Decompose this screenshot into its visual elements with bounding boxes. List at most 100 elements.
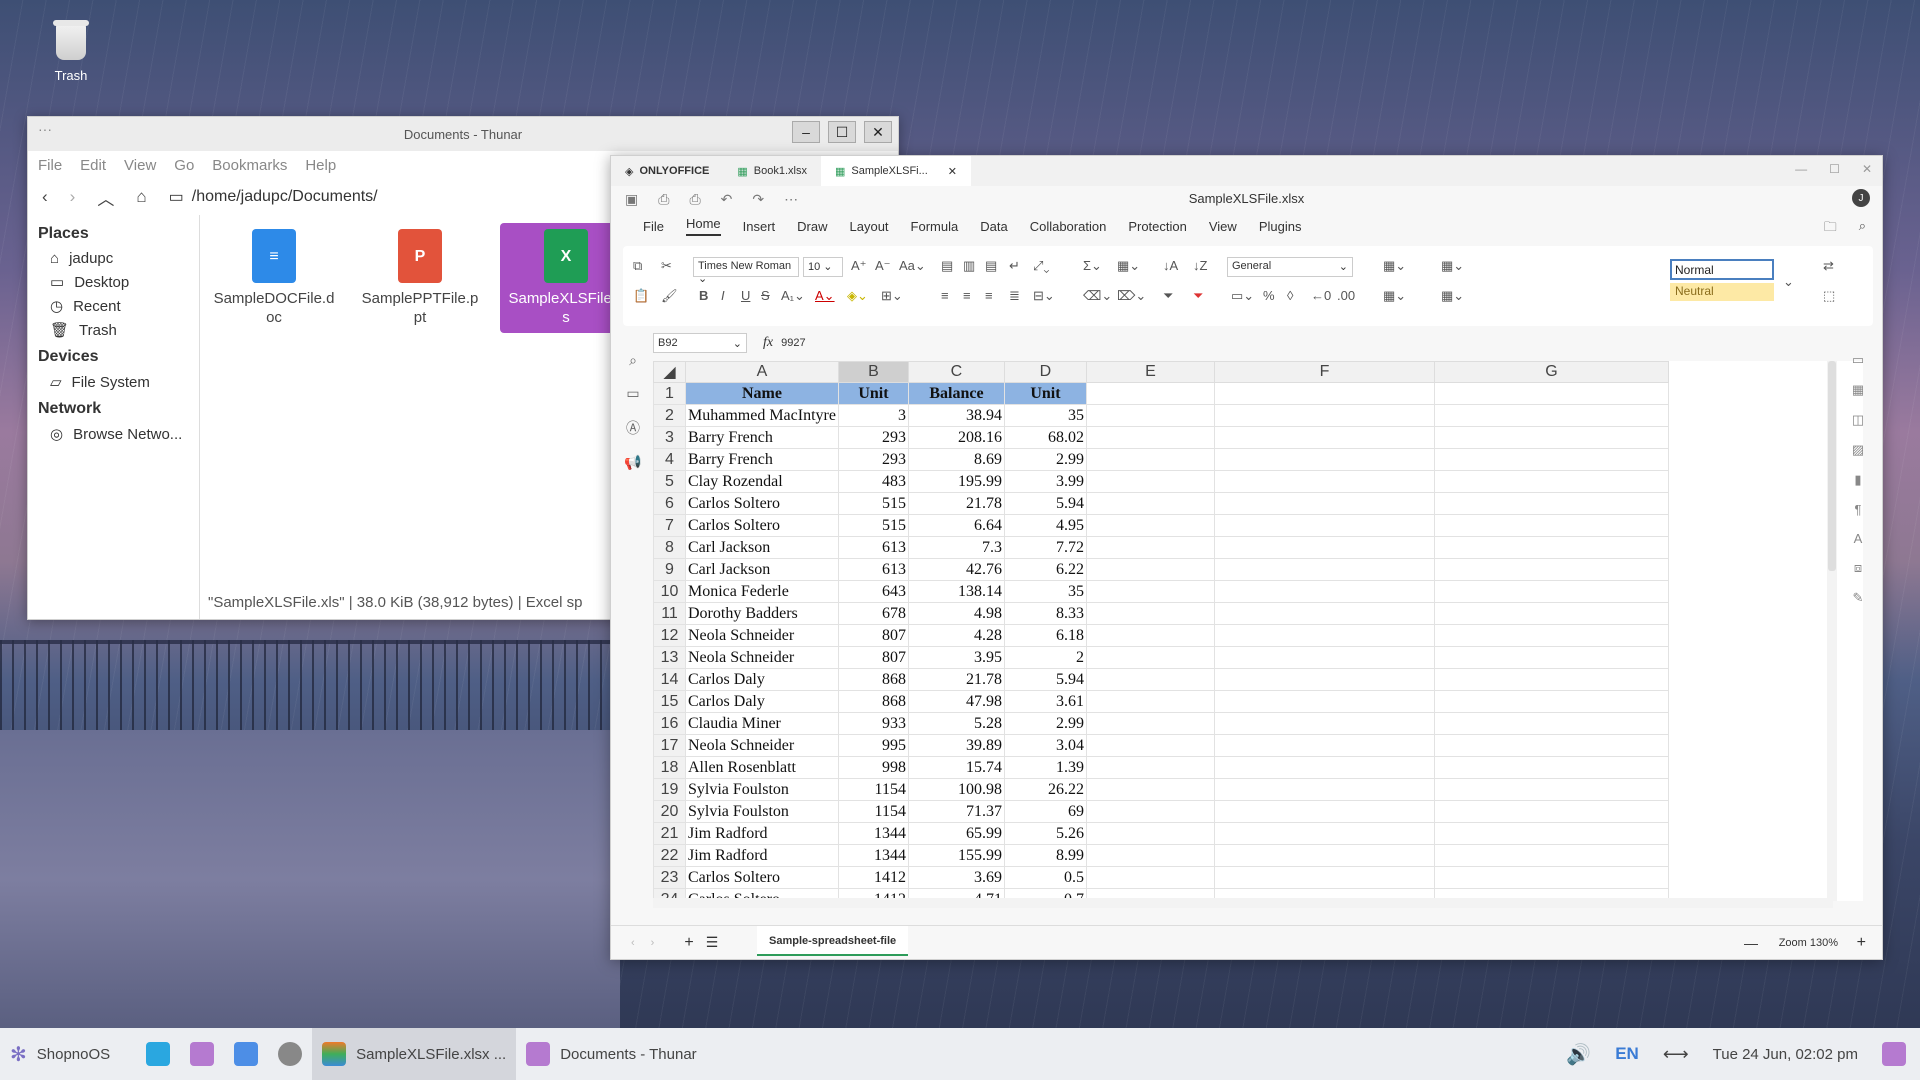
cell[interactable]: 3.61 xyxy=(1003,690,1087,713)
paragraph-settings-icon[interactable]: ¶ xyxy=(1855,502,1862,517)
cell[interactable]: 515 xyxy=(837,514,909,537)
cell[interactable]: Clay Rozendal xyxy=(685,470,839,493)
cell[interactable]: Barry French xyxy=(685,426,839,449)
cell[interactable] xyxy=(1213,822,1435,845)
cell[interactable]: 4.95 xyxy=(1003,514,1087,537)
column-header-g[interactable]: G xyxy=(1433,361,1669,383)
cell[interactable] xyxy=(1085,778,1215,801)
tab-collaboration[interactable]: Collaboration xyxy=(1030,219,1107,234)
cell[interactable]: 1154 xyxy=(837,778,909,801)
subscript-icon[interactable]: A₁⌄ xyxy=(781,288,805,304)
eraser-icon[interactable]: ⌦⌄ xyxy=(1117,288,1146,304)
row-header[interactable]: 16 xyxy=(653,712,686,735)
avatar[interactable]: J xyxy=(1852,189,1870,207)
cell[interactable] xyxy=(1085,536,1215,559)
minimize-button[interactable]: — xyxy=(1795,162,1807,176)
filter-icon[interactable]: ⏷ xyxy=(1163,288,1173,304)
cell[interactable] xyxy=(1085,712,1215,735)
bold-icon[interactable]: B xyxy=(699,288,708,303)
window-menu-icon[interactable]: ··· xyxy=(38,121,52,137)
cell[interactable] xyxy=(1085,558,1215,581)
launcher-browser[interactable] xyxy=(224,1028,268,1080)
fx-icon[interactable]: fx xyxy=(763,335,773,351)
cell[interactable] xyxy=(1085,822,1215,845)
formula-input[interactable]: 9927 xyxy=(781,337,805,349)
cell-table[interactable]: ◢ A B C D E F G 1 Name Unit Balance Unit xyxy=(653,361,1669,901)
row-header[interactable]: 20 xyxy=(653,800,686,823)
row-header[interactable]: 3 xyxy=(653,426,686,449)
cell[interactable] xyxy=(1213,492,1435,515)
tab-insert[interactable]: Insert xyxy=(743,219,776,234)
insert-cells-icon[interactable]: ▦⌄ xyxy=(1441,258,1464,274)
cell[interactable] xyxy=(1433,448,1669,471)
horizontal-scrollbar[interactable] xyxy=(653,898,1833,908)
cell[interactable] xyxy=(1433,382,1669,405)
cell[interactable]: Monica Federle xyxy=(685,580,839,603)
row-header[interactable]: 5 xyxy=(653,470,686,493)
italic-icon[interactable]: I xyxy=(721,288,725,303)
shape-settings-icon[interactable]: ◫ xyxy=(1852,412,1864,428)
volume-icon[interactable]: 🔊 xyxy=(1566,1042,1591,1067)
row-header[interactable]: 12 xyxy=(653,624,686,647)
align-left-icon[interactable]: ≡ xyxy=(941,288,949,303)
align-center-icon[interactable]: ≡ xyxy=(963,288,971,303)
cell[interactable]: Muhammed MacIntyre xyxy=(685,404,839,427)
cell[interactable] xyxy=(1085,470,1215,493)
cell[interactable]: 155.99 xyxy=(907,844,1005,867)
cell[interactable]: 5.94 xyxy=(1003,668,1087,691)
remove-filter-icon[interactable]: ⏷ xyxy=(1193,288,1203,304)
task-thunar[interactable]: Documents - Thunar xyxy=(516,1028,706,1080)
cell[interactable] xyxy=(1213,558,1435,581)
spellcheck-icon[interactable]: Ⓐ xyxy=(626,418,640,438)
cell[interactable] xyxy=(1213,602,1435,625)
cell[interactable] xyxy=(1213,514,1435,537)
cell[interactable] xyxy=(1213,536,1435,559)
cell[interactable]: 643 xyxy=(837,580,909,603)
cell[interactable]: Carl Jackson xyxy=(685,558,839,581)
cell[interactable]: 293 xyxy=(837,426,909,449)
cell[interactable] xyxy=(1433,470,1669,493)
justify-icon[interactable]: ≣ xyxy=(1009,288,1020,304)
cell[interactable] xyxy=(1433,536,1669,559)
cell[interactable] xyxy=(1085,624,1215,647)
styles-expand-icon[interactable]: ⌄ xyxy=(1783,274,1794,290)
cell[interactable] xyxy=(1213,580,1435,603)
cell[interactable] xyxy=(1085,756,1215,779)
wrap-text-icon[interactable]: ↵ xyxy=(1009,258,1020,274)
column-header-f[interactable]: F xyxy=(1213,361,1435,383)
align-bottom-icon[interactable]: ▤ xyxy=(985,258,997,274)
next-sheet-icon[interactable]: › xyxy=(651,937,655,949)
cell[interactable] xyxy=(1433,602,1669,625)
cell[interactable]: 1.39 xyxy=(1003,756,1087,779)
cell[interactable] xyxy=(1213,800,1435,823)
cell[interactable]: 0.5 xyxy=(1003,866,1087,889)
format-painter-icon[interactable]: 🖌 xyxy=(661,288,678,304)
cell[interactable] xyxy=(1213,624,1435,647)
cell-style-neutral[interactable]: Neutral xyxy=(1670,283,1774,301)
cell[interactable]: 515 xyxy=(837,492,909,515)
cell[interactable] xyxy=(1433,624,1669,647)
cell[interactable] xyxy=(1433,558,1669,581)
cell[interactable] xyxy=(1085,580,1215,603)
cell[interactable] xyxy=(1213,646,1435,669)
text-art-icon[interactable]: A xyxy=(1854,531,1863,546)
cell[interactable]: 6.22 xyxy=(1003,558,1087,581)
cell[interactable]: 6.18 xyxy=(1003,624,1087,647)
cell[interactable]: 3.04 xyxy=(1003,734,1087,757)
cell[interactable] xyxy=(1085,844,1215,867)
tab-home[interactable]: Home xyxy=(685,216,721,236)
cell[interactable]: 6.64 xyxy=(907,514,1005,537)
menu-view[interactable]: View xyxy=(124,157,156,174)
sheet-body[interactable]: 1 Name Unit Balance Unit 2 Muhammed MacIn… xyxy=(653,382,1669,901)
cell[interactable] xyxy=(1433,514,1669,537)
start-menu-button[interactable]: ✻ ShopnoOS xyxy=(0,1028,120,1080)
cell[interactable]: 5.94 xyxy=(1003,492,1087,515)
sidebar-item-home[interactable]: ⌂ jadupc xyxy=(38,247,199,270)
column-header-d[interactable]: D xyxy=(1003,361,1087,383)
borders-icon[interactable]: ⊞⌄ xyxy=(881,288,903,304)
home-icon[interactable]: ⌂ xyxy=(136,187,146,207)
cell[interactable] xyxy=(1213,382,1435,405)
cell[interactable]: Carlos Soltero xyxy=(685,492,839,515)
cell[interactable]: 293 xyxy=(837,448,909,471)
menu-bookmarks[interactable]: Bookmarks xyxy=(212,157,287,174)
